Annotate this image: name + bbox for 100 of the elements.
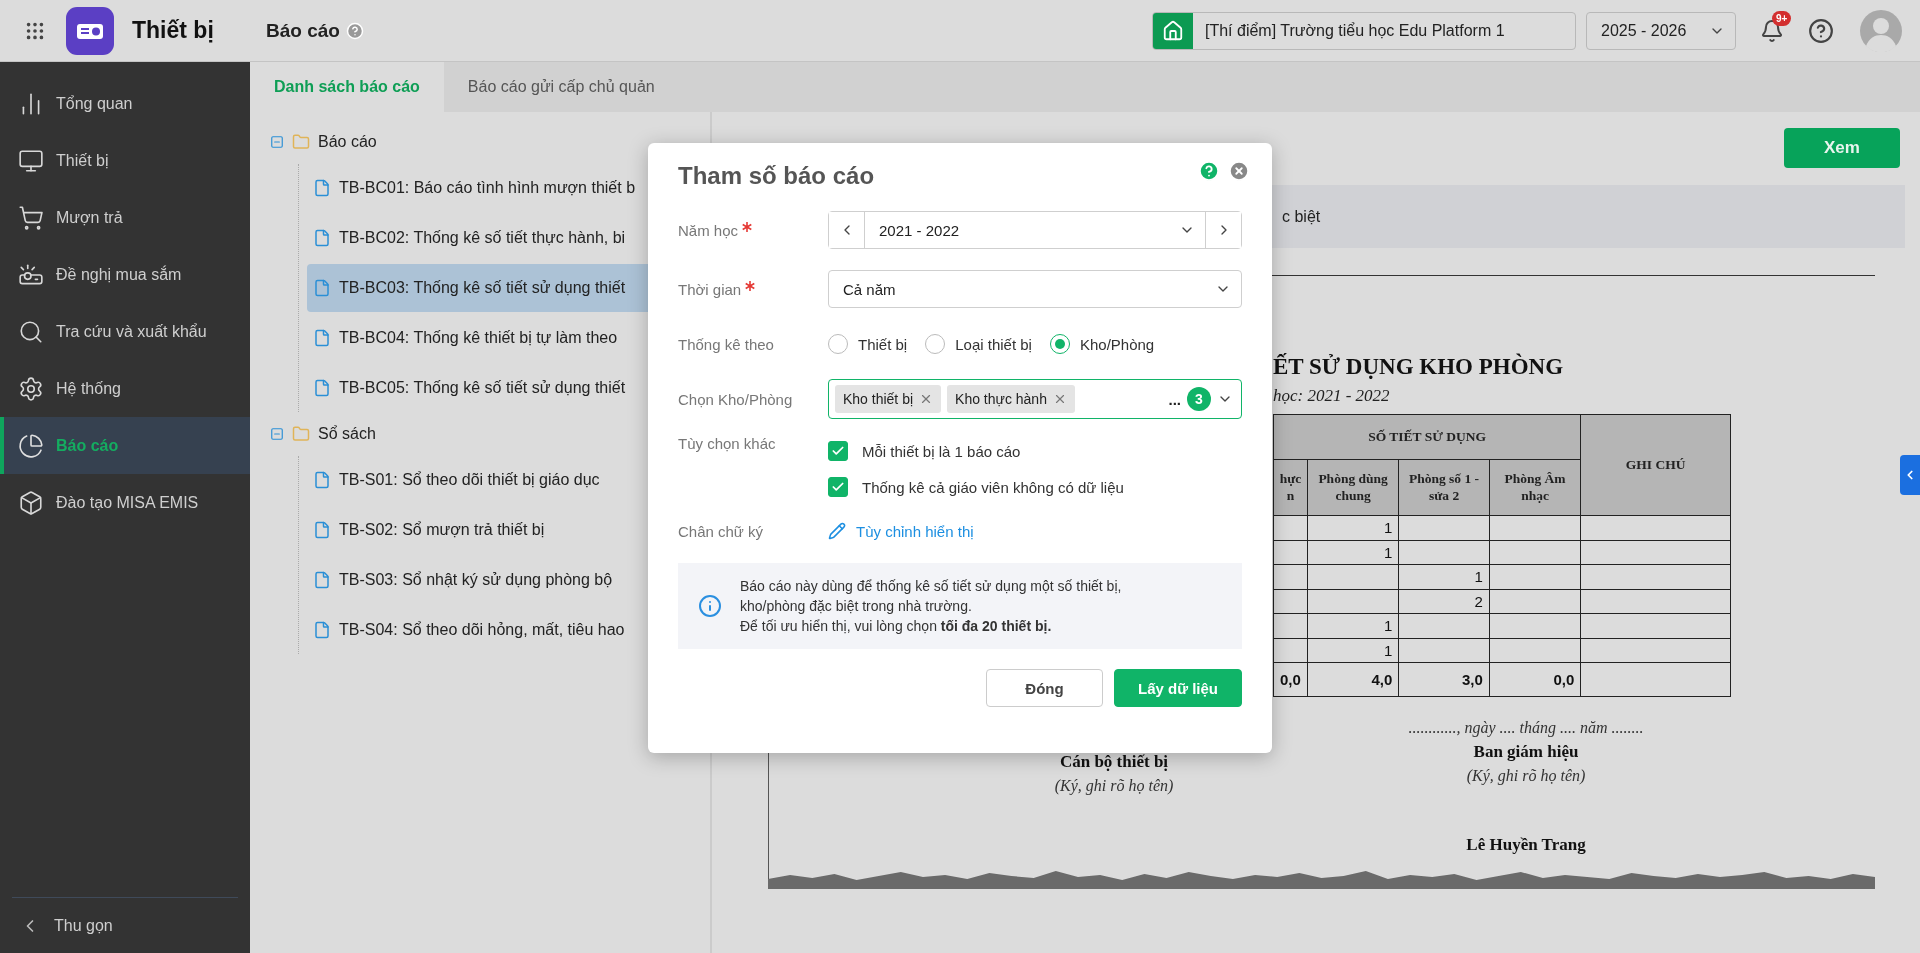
report-item[interactable]: TB-S01: Sổ theo dõi thiết bị giáo dục xyxy=(307,456,710,504)
signature-note: (Ký, ghi rõ họ tên) xyxy=(1054,777,1174,795)
monitor-icon xyxy=(18,147,44,174)
sidebar-item[interactable]: Mượn trả xyxy=(0,189,250,246)
table-header: Phòng số 1 - sửa 2 xyxy=(1398,459,1490,516)
report-title: ẾT SỬ DỤNG KHO PHÒNG xyxy=(1273,354,1565,380)
field-label: Chọn Kho/Phòng xyxy=(678,390,794,408)
folder-icon xyxy=(292,133,310,151)
table-cell: 1 xyxy=(1307,638,1399,663)
house-icon xyxy=(1162,19,1184,42)
field-label: Tùy chọn khác xyxy=(678,435,777,452)
total-cell: 4,0 xyxy=(1307,662,1399,697)
table-header: hực n xyxy=(1273,459,1308,516)
sidebar-item[interactable]: Đào tạo MISA EMIS xyxy=(0,474,250,531)
file-icon xyxy=(313,379,331,397)
total-cell: 0,0 xyxy=(1273,662,1308,697)
table-header: Phòng Âm nhạc xyxy=(1489,459,1581,516)
banner-text: c biệt xyxy=(1282,207,1321,226)
table-cell: 1 xyxy=(1307,515,1399,540)
checkbox-option[interactable]: Mỗi thiết bị là 1 báo cáo xyxy=(828,441,1124,461)
close-icon[interactable] xyxy=(1228,160,1250,182)
sidebar-item[interactable]: Tổng quan xyxy=(0,75,250,132)
tree-group-label[interactable]: Sổ sách xyxy=(318,425,376,443)
signature-date: ............, ngày .... tháng .... năm ........ xyxy=(1408,719,1644,737)
signer-name: Lê Huyền Trang xyxy=(1466,835,1586,855)
radio-option[interactable]: Kho/Phòng xyxy=(1049,334,1155,354)
selected-tag: Kho thiết bị xyxy=(835,385,942,413)
file-icon xyxy=(313,621,331,639)
settings-icon xyxy=(18,375,44,402)
close-button[interactable]: Đóng xyxy=(986,669,1103,707)
table-cell xyxy=(1273,515,1308,540)
folder-icon xyxy=(292,425,310,443)
table-cell xyxy=(1273,613,1308,638)
report-item[interactable]: TB-S04: Sổ theo dõi hỏng, mất, tiêu hao xyxy=(307,606,710,654)
box-icon xyxy=(18,489,44,516)
field-label: Năm học xyxy=(678,221,828,239)
checkbox[interactable] xyxy=(828,477,848,497)
file-icon xyxy=(313,279,331,297)
year-select[interactable]: 2025 - 2026 xyxy=(1586,11,1736,50)
check-icon xyxy=(831,444,845,458)
file-icon xyxy=(313,571,331,589)
table-header: GHI CHÚ xyxy=(1580,414,1731,516)
total-cell: 3,0 xyxy=(1398,662,1490,697)
field-label: Thống kê theo xyxy=(678,335,775,353)
sidebar-item[interactable]: Thiết bị xyxy=(0,132,250,189)
checkbox[interactable] xyxy=(828,441,848,461)
total-cell: 0,0 xyxy=(1489,662,1581,697)
selected-tag: Kho thực hành xyxy=(947,385,1075,413)
dialog-title: Tham số báo cáo xyxy=(678,162,875,190)
panel-toggle-button[interactable] xyxy=(1900,455,1920,495)
radio-option[interactable]: Thiết bị xyxy=(828,334,908,354)
help-icon[interactable] xyxy=(1808,17,1834,44)
room-multiselect[interactable]: Kho thiết bị Kho thực hành ... 3 xyxy=(828,379,1242,419)
signature-title: Ban giám hiệu xyxy=(1473,742,1579,762)
table-cell xyxy=(1273,589,1308,614)
info-text: Báo cáo này dùng để thống kê số tiết sử dụng một số thiết bị, kho/phòng đặc biệt trong nhà trường. Để tối ưu hiển thị, vui lòng chọn tối đa 20 thiết bị. xyxy=(740,577,1122,636)
radio-option[interactable]: Loại thiết bị xyxy=(925,334,1032,354)
field-label: Chân chữ ký xyxy=(678,522,765,540)
notification-badge: 9+ xyxy=(1772,10,1792,26)
sidebar-item[interactable]: Đề nghị mua sắm xyxy=(0,246,250,303)
more-indicator: ... xyxy=(1168,390,1181,408)
file-icon xyxy=(313,471,331,489)
table-cell xyxy=(1273,540,1308,565)
logo-icon xyxy=(66,6,114,55)
avatar[interactable] xyxy=(1860,9,1902,52)
table-header: SỐ TIẾT SỬ DỤNG xyxy=(1273,414,1581,460)
checkbox-option[interactable]: Thống kê cả giáo viên không có dữ liệu xyxy=(828,477,1124,497)
table-cell: 1 xyxy=(1398,564,1490,589)
app-title: Thiết bị xyxy=(132,17,215,44)
table-cell: 1 xyxy=(1307,540,1399,565)
pie-chart-icon xyxy=(18,432,44,459)
table-cell xyxy=(1273,638,1308,663)
collapse-button[interactable]: Thu gọn xyxy=(12,897,238,953)
tree-group-label[interactable]: Báo cáo xyxy=(318,133,377,151)
collapse-icon[interactable] xyxy=(270,427,284,441)
signature-note: (Ký, ghi rõ họ tên) xyxy=(1466,767,1586,785)
sidebar-item[interactable]: Báo cáo xyxy=(0,417,250,474)
sidebar-item[interactable]: Tra cứu và xuất khẩu xyxy=(0,303,250,360)
sidebar-item[interactable]: Hệ thống xyxy=(0,360,250,417)
page-title: Báo cáo xyxy=(266,19,340,42)
tab[interactable]: Báo cáo gửi cấp chủ quản xyxy=(443,62,679,112)
table-cell xyxy=(1273,564,1308,589)
table-cell: 1 xyxy=(1307,613,1399,638)
report-item[interactable]: TB-S03: Sổ nhật ký sử dụng phòng bộ xyxy=(307,556,710,604)
count-badge: 3 xyxy=(1187,387,1211,411)
customize-link[interactable]: Tùy chỉnh hiển thị xyxy=(828,522,974,540)
pencil-icon xyxy=(828,522,846,540)
cart-icon xyxy=(18,204,44,231)
file-icon xyxy=(313,329,331,347)
file-icon xyxy=(313,229,331,247)
collapse-icon[interactable] xyxy=(270,135,284,149)
school-select[interactable]: [Thí điểm] Trường tiểu học Edu Platform 1 xyxy=(1152,11,1576,50)
period-select[interactable]: Cả năm xyxy=(828,270,1242,308)
report-subtitle: học: 2021 - 2022 xyxy=(1273,386,1391,406)
file-icon xyxy=(313,521,331,539)
signature-title: Cán bộ thiết bị xyxy=(1059,752,1169,772)
file-icon xyxy=(313,179,331,197)
check-icon xyxy=(831,480,845,494)
info-icon xyxy=(698,594,722,618)
table-cell: 2 xyxy=(1398,589,1490,614)
